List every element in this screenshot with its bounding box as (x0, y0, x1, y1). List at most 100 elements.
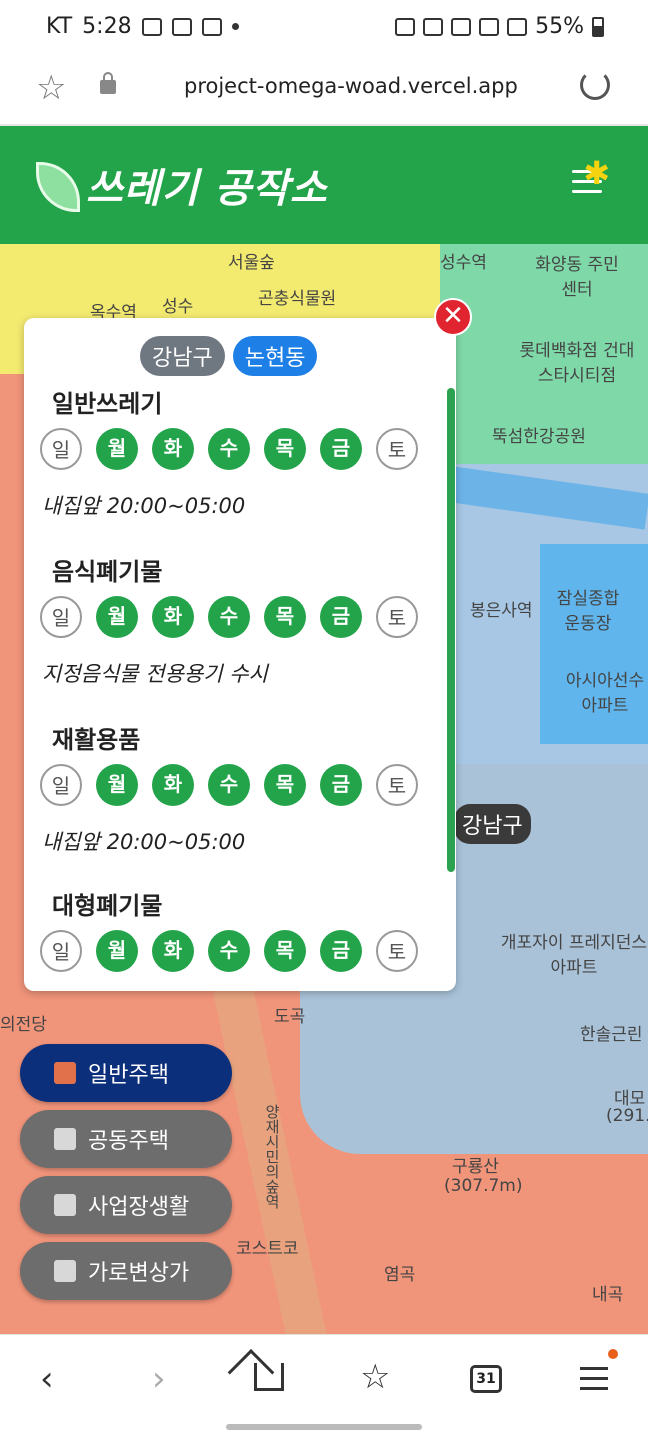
schedule-popup: 강남구 논현동 일반쓰레기 일 월 화 수 목 금 토 내집앞 20:00~05… (24, 318, 456, 991)
section-title-recyclables: 재활용품 (52, 726, 141, 754)
day-fri: 금 (320, 930, 362, 972)
day-sun: 일 (40, 428, 82, 470)
more-dot-icon (231, 23, 239, 30)
housing-button-detached[interactable]: 일반주택 (20, 1044, 232, 1102)
bookmark-star-icon[interactable]: ☆ (36, 68, 66, 108)
day-sun: 일 (40, 596, 82, 638)
section-note: 지정음식물 전용용기 수시 (42, 662, 268, 686)
housing-button-apartment[interactable]: 공동주택 (20, 1110, 232, 1168)
browser-url-bar: ☆ project-omega-woad.vercel.app (0, 56, 648, 126)
reload-icon[interactable] (580, 70, 610, 100)
section-title-bulky-waste: 대형폐기물 (52, 892, 163, 920)
building-icon (54, 1194, 76, 1216)
popup-close-button[interactable]: ✕ (434, 298, 472, 336)
tabs-icon[interactable]: 31 (470, 1365, 502, 1393)
housing-button-label: 사업장생활 (88, 1195, 190, 1220)
app-header: 쓰레기 공작소 ✱ (0, 126, 648, 244)
day-tue: 화 (152, 428, 194, 470)
map-label: 코스트코 (236, 1239, 299, 1259)
wifi-icon (451, 17, 472, 36)
district-badge[interactable]: 강남구 (454, 804, 531, 844)
map-label: 아시아선수 아파트 (565, 671, 645, 716)
map-label: 구룡산 (452, 1157, 499, 1177)
housing-button-label: 가로변상가 (88, 1261, 190, 1286)
map-label: (307.7m) (444, 1176, 523, 1196)
app-title: 쓰레기 공작소 (86, 166, 328, 212)
bookmarks-icon[interactable]: ☆ (360, 1357, 390, 1397)
day-thu: 목 (264, 764, 306, 806)
day-row-bulky-waste: 일 월 화 수 목 금 토 (40, 930, 418, 972)
day-tue: 화 (152, 596, 194, 638)
day-sat: 토 (376, 764, 418, 806)
day-tue: 화 (152, 764, 194, 806)
map-label: 양재시민의숲역 (263, 1104, 281, 1209)
district-tag: 강남구 (140, 336, 225, 376)
map-label: 한솔근린 (580, 1025, 643, 1045)
alarm-icon (423, 17, 444, 36)
shop-icon (54, 1260, 76, 1282)
day-sun: 일 (40, 764, 82, 806)
gallery-icon (141, 17, 162, 36)
home-icon[interactable] (254, 1363, 284, 1391)
day-thu: 목 (264, 428, 306, 470)
map-label: 곤충식물원 (258, 289, 337, 309)
gesture-bar (226, 1424, 422, 1430)
map-label: (291. (606, 1106, 648, 1126)
lock-icon[interactable] (100, 72, 116, 94)
forward-icon[interactable]: › (152, 1359, 166, 1399)
map-label: 롯데백화점 건대스타시티점 (519, 341, 635, 386)
browser-menu-icon[interactable] (580, 1367, 608, 1397)
recycle-icon (395, 17, 416, 36)
notification-dot (608, 1349, 618, 1359)
calendar-icon (201, 17, 222, 36)
leaf-logo-icon (36, 162, 80, 212)
day-fri: 금 (320, 596, 362, 638)
day-sat: 토 (376, 930, 418, 972)
day-thu: 목 (264, 930, 306, 972)
housing-button-label: 공동주택 (88, 1129, 169, 1154)
housing-button-label: 일반주택 (88, 1063, 169, 1088)
new-indicator-star-icon: ✱ (583, 154, 610, 192)
day-wed: 수 (208, 930, 250, 972)
day-row-general-waste: 일 월 화 수 목 금 토 (40, 428, 418, 470)
day-mon: 월 (96, 930, 138, 972)
day-row-recyclables: 일 월 화 수 목 금 토 (40, 764, 418, 806)
section-title-food-waste: 음식폐기물 (52, 558, 163, 586)
status-bar: KT 5:28 55% (0, 0, 648, 56)
day-wed: 수 (208, 764, 250, 806)
map-label: 내곡 (592, 1285, 624, 1305)
signal-icon (507, 17, 528, 36)
day-mon: 월 (96, 596, 138, 638)
day-wed: 수 (208, 428, 250, 470)
map-label: 성수역 (440, 253, 487, 273)
day-sat: 토 (376, 596, 418, 638)
day-wed: 수 (208, 596, 250, 638)
map-label: 의전당 (0, 1015, 47, 1035)
apartment-icon (54, 1128, 76, 1150)
map-label: 도곡 (274, 1007, 306, 1027)
map-label: 성수 (162, 297, 194, 317)
dong-tag: 논현동 (232, 336, 318, 376)
section-note: 내집앞 20:00~05:00 (42, 830, 246, 854)
map-label: 봉은사역 (470, 601, 533, 621)
map-label: 서울숲 (228, 253, 275, 273)
popup-scrollbar[interactable] (447, 388, 455, 872)
section-note: 내집앞 20:00~05:00 (42, 494, 246, 518)
day-mon: 월 (96, 764, 138, 806)
hd-icon (479, 17, 500, 36)
day-tue: 화 (152, 930, 194, 972)
day-fri: 금 (320, 428, 362, 470)
screenshot-icon (171, 17, 192, 36)
map-label: 화양동 주민센터 (535, 255, 619, 300)
battery-icon (592, 16, 604, 37)
back-icon[interactable]: ‹ (40, 1359, 54, 1399)
section-title-general-waste: 일반쓰레기 (52, 390, 163, 418)
house-icon (54, 1062, 76, 1084)
day-fri: 금 (320, 764, 362, 806)
housing-button-business[interactable]: 사업장생활 (20, 1176, 232, 1234)
clock: 5:28 (82, 14, 132, 39)
map-label: 개포자이 프레지던스아파트 (500, 933, 648, 978)
housing-button-roadside-shop[interactable]: 가로변상가 (20, 1242, 232, 1300)
url-text[interactable]: project-omega-woad.vercel.app (184, 74, 518, 98)
map-label: 잠실종합 운동장 (556, 589, 620, 634)
